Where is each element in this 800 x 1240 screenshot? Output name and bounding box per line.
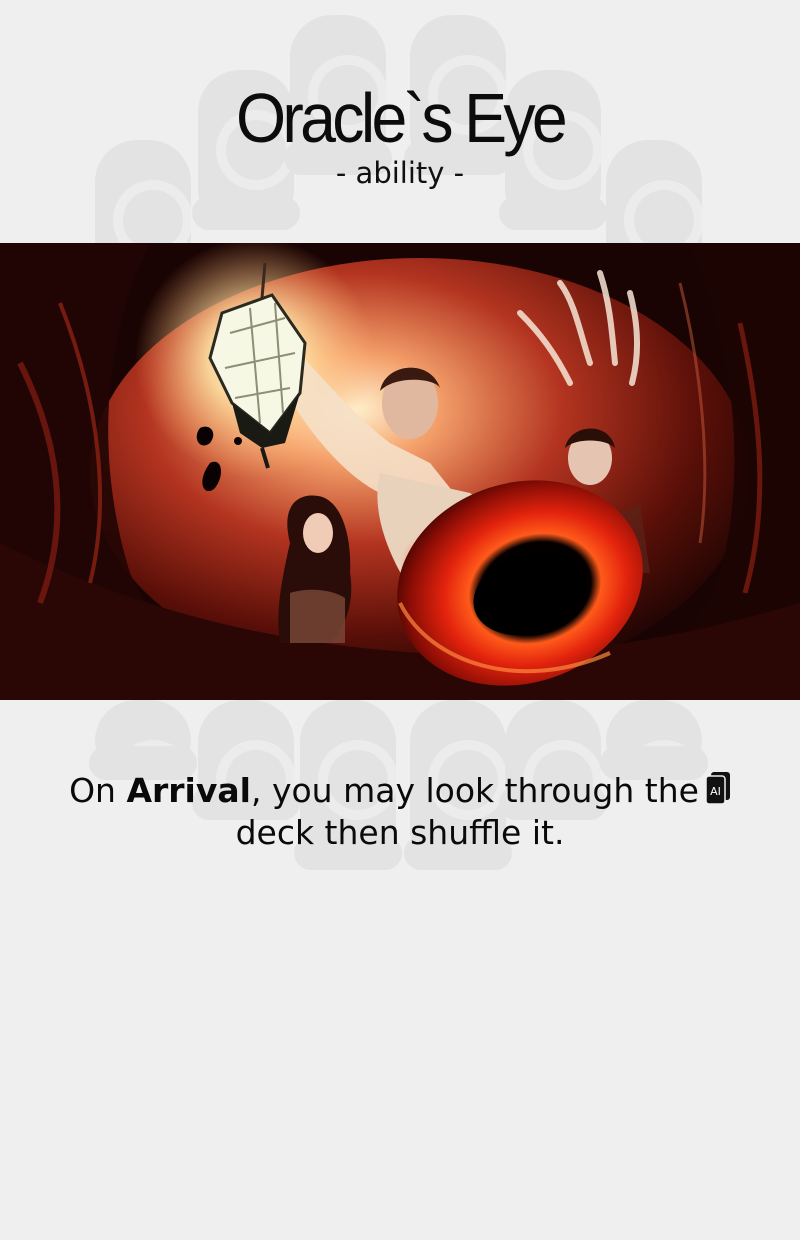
card-illustration [0,243,800,700]
ornament-icon [600,700,708,820]
ornament-icon [89,700,197,820]
ability-text: On Arrival, you may look through the AI de… [60,770,740,854]
card-title: Oracle`s Eye [235,79,568,157]
ai-deck-icon: AI [705,772,730,805]
ability-keyword: Arrival [126,771,251,810]
card-page: Oracle`s Eye - ability - On Arrival, you… [0,0,800,1240]
ai-icon-label: AI [710,785,721,798]
ability-prefix: On [69,771,127,810]
eye-lantern-illustration [0,243,800,700]
ability-suffix: deck then shuffle it. [235,813,565,852]
deck-card-icon: AI [705,771,731,805]
card-type-label: - ability - [335,156,465,190]
ability-middle: , you may look through the [250,771,699,810]
